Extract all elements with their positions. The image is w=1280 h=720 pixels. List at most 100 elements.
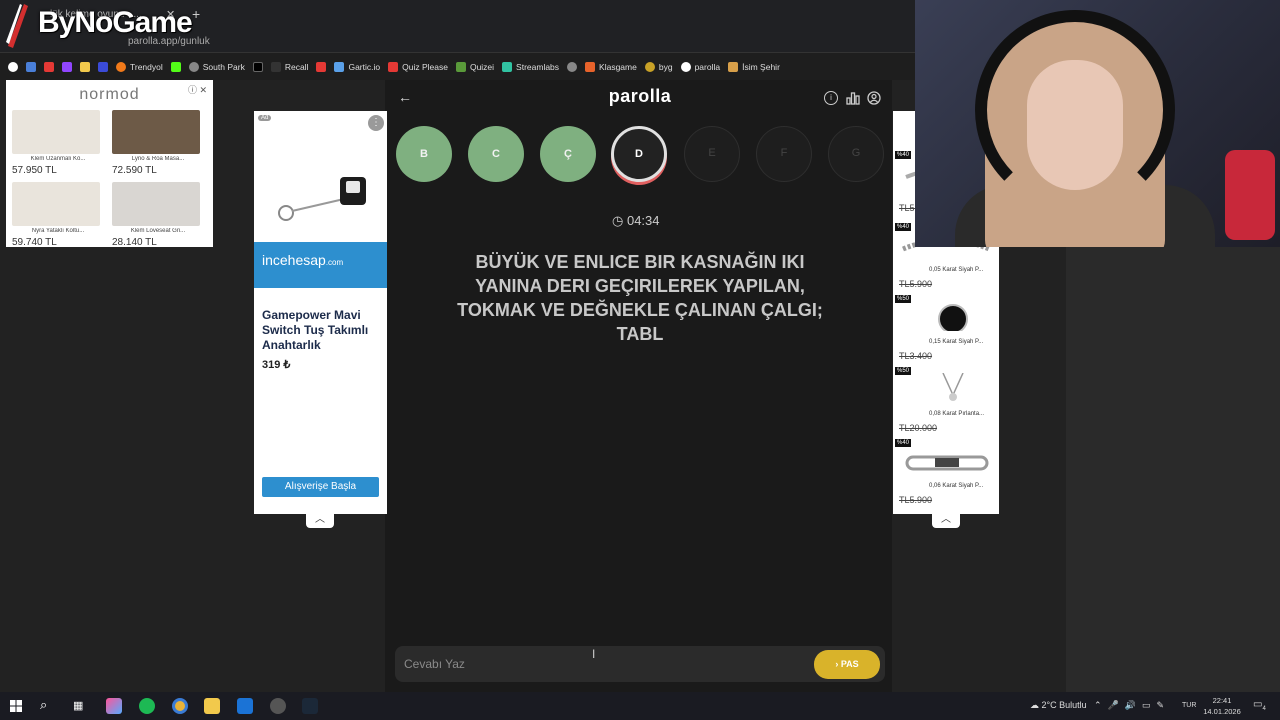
bookmark-label: Trendyol [130,62,163,72]
windows-taskbar [0,692,1280,720]
notification-count: 4 [1262,706,1266,712]
bookmark-label: Quizei [469,62,495,72]
question-text: BÜYÜK VE ENLICE BIR KASNAĞIN IKI YANINA … [457,252,823,344]
incehesap-banner: incehesap.com [254,242,387,288]
bookmark-kick-icon[interactable] [170,62,181,72]
clock-date[interactable]: 14.01.2026 [1200,707,1244,716]
weather-widget[interactable]: ☁ 2°C Bulutlu [1030,700,1087,711]
incehesap-ad[interactable]: Ad ⋮ incehesap.com Gamepower Mavi Switch… [254,111,387,514]
bookmarks-bar: Trendyol South Park Recall Gartic.io Qui… [0,57,915,77]
bookmark-label: Recall [284,62,309,72]
chevron-right-icon: › [835,659,839,669]
profile-icon[interactable] [867,91,881,105]
letter-c: C [468,126,524,182]
bookmark-translate-icon[interactable] [26,62,36,72]
back-arrow-icon[interactable]: ← [398,89,412,105]
page-side-strip [1066,247,1280,692]
file-explorer-icon[interactable] [204,698,220,714]
bookmark-x-icon[interactable] [252,62,263,72]
bynogame-logo-mark [6,4,28,48]
jewelry-item[interactable]: %40 0,06 Karat Siyah P... TL5.900 [893,439,999,511]
notification-icon[interactable]: ▭4 [1253,699,1266,712]
letter-b: B [396,126,452,182]
bookmark-label: İsim Şehir [742,62,780,72]
ad-collapse-chevron-icon[interactable]: ︿ [932,514,960,528]
webcam-overlay [915,0,1280,247]
task-view-icon[interactable]: ▦ [73,699,83,712]
normod-ad[interactable]: normod ⓘ ✕ Klem Uzanmalı Kö... 57.950 TL… [6,80,213,248]
text-cursor-icon: I [592,647,596,661]
ad-product[interactable]: Klem Uzanmalı Kö... 57.950 TL [12,110,104,176]
bookmark-recall[interactable]: Recall [270,62,309,72]
answer-input[interactable] [404,654,794,674]
necklace-image [942,373,964,401]
bookmark-isim-sehir[interactable]: İsim Şehir [728,62,780,72]
steam-icon[interactable] [302,698,318,714]
bookmark-south-park[interactable]: South Park [188,62,245,72]
bookmark-gartic[interactable]: Gartic.io [334,62,380,72]
stats-icon[interactable] [846,91,860,105]
product-name: 0,08 Karat Pırlanta... [929,411,985,417]
bookmark-quizei[interactable]: Quizei [455,62,495,72]
bookmark-label: Klasgame [599,62,637,72]
bookmark-klasgame[interactable]: Klasgame [585,62,637,72]
bookmark-parolla[interactable]: parolla [680,62,721,72]
letter-d-current: D [611,126,667,182]
bookmark-globe-icon[interactable] [567,62,578,72]
ad-info-close-icon[interactable]: ⓘ ✕ [188,83,207,96]
bookmark-youtube2-icon[interactable] [316,62,327,72]
bookmark-quiz-please[interactable]: Quiz Please [388,62,448,72]
product-name: 0,05 Karat Siyah P... [929,267,984,273]
bookmark-label: parolla [694,62,721,72]
jewelry-item[interactable]: %50 0,15 Karat Siyah P... TL3.400 [893,295,999,367]
chrome-icon[interactable] [172,698,188,714]
new-tab-icon[interactable]: + [192,6,200,22]
jewelry-item[interactable]: %50 0,08 Karat Pırlanta... TL20.000 [893,367,999,439]
bookmark-byg[interactable]: byg [644,62,673,72]
ad-product-title[interactable]: Gamepower Mavi Switch Tuş Takımlı Anahta… [262,308,382,353]
info-icon[interactable]: i [824,91,838,105]
bookmark-streamlabs[interactable]: Streamlabs [502,62,559,72]
normod-logo: normod [79,86,140,103]
parolla-brand[interactable]: parolla [560,86,720,107]
bookmark-trendyol[interactable]: Trendyol [116,62,163,72]
spotify-icon[interactable] [139,698,155,714]
ad-menu-icon[interactable]: ⋮ [368,115,384,131]
bookmark-twitch-icon[interactable] [62,62,72,72]
letter-c-cedilla: Ç [540,126,596,182]
bookmark-yellow-icon[interactable] [80,62,90,72]
product-name: Nyra Yataklı Koltu... [31,228,85,234]
bookmark-label: Streamlabs [516,62,560,72]
clock-time[interactable]: 22:41 [1206,696,1238,705]
bracelet-image [905,455,989,471]
search-icon[interactable]: ⌕ [40,697,47,713]
system-tray-icons[interactable]: ⌃🎤🔊▭✎ [1094,700,1170,711]
letter-g: G [828,126,884,182]
clock-icon: ◷ [612,213,624,228]
outlook-icon[interactable] [237,698,253,714]
ad-product[interactable]: Lyno & Roa Masa... 72.590 TL [112,110,204,176]
background-light [1225,150,1275,240]
product-price: TL20.000 [899,423,938,433]
product-price: 28.140 TL [112,237,157,248]
bookmark-label: Gartic.io [348,62,381,72]
bookmark-youtube-icon[interactable] [44,62,54,72]
copilot-icon[interactable] [106,698,122,714]
obs-icon[interactable] [270,698,286,714]
bookmark-label: byg [658,62,673,72]
pass-button[interactable]: › PAS [814,650,880,679]
ad-product[interactable]: Klem Loveseat Gri... 28.140 TL [112,182,204,248]
bynogame-logo: ByNoGame [38,6,193,39]
windows-start-icon[interactable] [10,700,22,712]
headset [975,10,1175,210]
ad-collapse-chevron-icon[interactable]: ︿ [306,514,334,528]
shop-now-button[interactable]: Alışverişe Başla [262,477,379,497]
bookmark-label: South Park [202,62,245,72]
ad-product[interactable]: Nyra Yataklı Koltu... 59.740 TL [12,182,104,248]
language-indicator[interactable]: TUR [1182,702,1196,709]
divider [0,52,915,53]
letter-f: F [756,126,812,182]
bookmark-google-icon[interactable] [8,62,18,72]
ring-image [938,304,968,331]
bookmark-blue-icon[interactable] [98,62,108,72]
